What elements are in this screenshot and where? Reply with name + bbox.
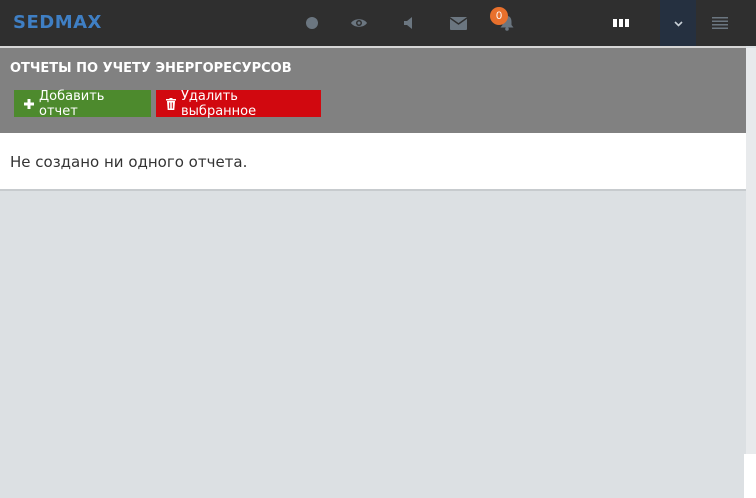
add-report-button[interactable]: Добавить отчет — [14, 88, 151, 119]
add-report-label: Добавить отчет — [39, 88, 105, 119]
trash-icon — [166, 97, 176, 110]
user-dropdown-button[interactable] — [660, 0, 696, 46]
chevron-down-icon — [673, 14, 683, 32]
page-title: ОТЧЕТЫ ПО УЧЕТУ ЭНЕРГОРЕСУРСОВ — [10, 61, 292, 76]
reports-list-panel: Не создано ни одного отчета. — [0, 133, 746, 191]
top-navbar: SEDMAX 0 — [0, 0, 756, 46]
delete-selected-button[interactable]: Удалить выбранное — [156, 88, 321, 119]
plus-icon — [24, 98, 34, 109]
app-logo[interactable]: SEDMAX — [13, 12, 102, 33]
notification-badge: 0 — [490, 7, 508, 25]
page-scrollbar[interactable] — [746, 48, 756, 454]
page-header: ОТЧЕТЫ ПО УЧЕТУ ЭНЕРГОРЕСУРСОВ Добавить … — [0, 48, 746, 133]
eye-icon[interactable] — [349, 0, 369, 46]
speaker-icon[interactable] — [402, 0, 416, 46]
menu-icon[interactable] — [710, 0, 730, 46]
empty-state-message: Не создано ни одного отчета. — [10, 153, 248, 171]
scrollbar-corner — [744, 454, 756, 498]
envelope-icon[interactable] — [448, 0, 468, 46]
grid-icon[interactable] — [612, 0, 630, 46]
circle-icon[interactable] — [302, 0, 322, 46]
delete-selected-label: Удалить выбранное — [181, 88, 257, 119]
